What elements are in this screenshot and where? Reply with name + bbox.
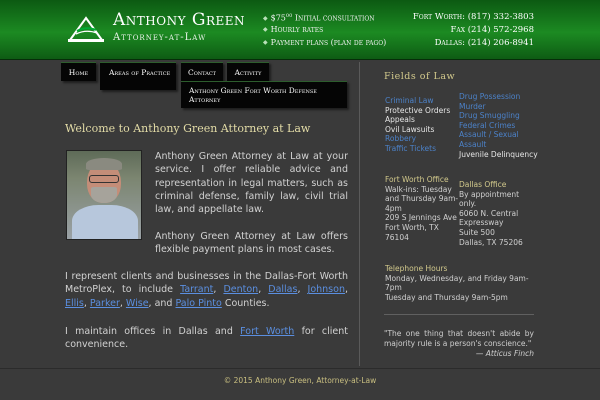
county-link-wise[interactable]: Wise — [126, 298, 149, 309]
field-traffic-tickets[interactable]: Traffic Tickets — [385, 144, 460, 154]
county-link-ellis[interactable]: Ellis — [65, 298, 84, 309]
nav-home[interactable]: Home — [61, 62, 96, 81]
dallas-office-line: Dallas, TX 75206 — [459, 237, 523, 247]
field-civil-lawsuits: Ovil Lawsuits — [385, 124, 435, 134]
field-drug-smuggling[interactable]: Drug Smuggling — [459, 111, 539, 121]
nav-contact[interactable]: Contact — [181, 62, 223, 81]
site-name[interactable]: Anthony Green — [113, 10, 245, 30]
page-title: Welcome to Anthony Green Attorney at Law — [65, 122, 311, 135]
dallas-office-line: Suite 500 — [459, 227, 495, 237]
phone-fort-worth: Fort Worth: (817) 332-3803 — [412, 12, 534, 22]
fw-office-line: 76104 — [385, 232, 409, 242]
site-tagline: Attorney-at-Law — [113, 32, 207, 43]
field-criminal-law[interactable]: Criminal Law — [385, 96, 460, 106]
hours-line: Tuesday and Thursday 9am-5pm — [385, 292, 508, 302]
diamond-bullet-icon: ◆ — [263, 14, 268, 22]
hourly-label: Hourly rates — [270, 25, 324, 34]
features-list: ◆ $7500 Initial consultation ◆ Hourly rate… — [263, 10, 386, 49]
dallas-office-line: By appointment — [459, 189, 520, 199]
sidebar-divider — [384, 314, 534, 315]
dallas-office-heading: Dallas Office — [459, 180, 507, 189]
counties-suffix: Counties. — [224, 297, 270, 309]
represent-paragraph: I represent clients and businesses in th… — [65, 271, 349, 309]
consult-label: Initial consultation — [294, 13, 375, 23]
site-header: Anthony Green Attorney-at-Law ◆ $7500 Ini… — [0, 0, 600, 60]
attorney-photo — [66, 150, 142, 240]
payment-label: Payment plans (plan de pago) — [270, 38, 387, 47]
field-assault[interactable]: Assault — [459, 140, 539, 150]
fw-office-line: 209 S Jennings Ave — [385, 213, 457, 223]
and-text: and — [154, 297, 173, 309]
field-robbery[interactable]: Robbery — [385, 134, 460, 144]
nav-dropdown-fort-worth-defense[interactable]: Anthony Green Fort Worth Defense Attorne… — [181, 81, 347, 108]
county-link-johnson[interactable]: Johnson — [308, 284, 345, 295]
field-assault-sexual[interactable]: Assault / Sexual — [459, 130, 539, 140]
hours-line: Monday, Wednesday, and Friday 9am- — [385, 273, 529, 283]
fields-of-law-heading: Fields of Law — [384, 71, 456, 82]
feature-consultation: ◆ $7500 Initial consultation — [263, 10, 386, 23]
fw-office-line: and Thursday 9am- — [385, 194, 459, 204]
fort-worth-office: Fort Worth Office Walk-ins: Tuesday and … — [385, 175, 460, 242]
dallas-office-line: Expressway — [459, 218, 504, 228]
offices-paragraph: I maintain offices in Dallas and Fort Wo… — [65, 325, 348, 352]
quote-author: — Atticus Finch — [475, 349, 534, 358]
dallas-office: Dallas Office By appointment only. 6060 … — [459, 180, 539, 247]
phone-dallas: Dallas: (214) 206-8941 — [434, 38, 534, 48]
nav-areas-of-practice[interactable]: Areas of Practice — [100, 62, 176, 90]
scales-logo-icon[interactable] — [66, 14, 106, 44]
copyright-text: © 2015 Anthony Green, Attorney-at-Law — [223, 376, 377, 385]
diamond-bullet-icon: ◆ — [263, 39, 268, 46]
phone-fax: Fax (214) 572-2968 — [450, 25, 535, 35]
fort-worth-link[interactable]: Fort Worth — [240, 326, 294, 337]
intro-paragraph: Anthony Green Attorney at Law at your se… — [155, 151, 348, 216]
fw-office-line: 4pm — [385, 203, 402, 213]
field-appeals: Appeals — [385, 115, 415, 125]
county-link-dallas[interactable]: Dallas — [268, 284, 297, 295]
column-divider — [359, 62, 360, 366]
telephone-hours: Telephone Hours Monday, Wednesday, and F… — [385, 264, 545, 302]
hours-line: 7pm — [385, 283, 402, 293]
phone-numbers: Fort Worth: (817) 332-3803 Fax (214) 572… — [413, 11, 534, 50]
field-protective-orders: Protective Orders — [385, 105, 451, 115]
fort-worth-office-heading: Fort Worth Office — [385, 175, 449, 184]
payment-paragraph: Anthony Green Attorney at Law offers fle… — [155, 231, 348, 256]
feature-hourly: ◆ Hourly rates — [263, 23, 386, 36]
field-federal-crimes[interactable]: Federal Crimes — [459, 121, 539, 131]
fields-list-left: Criminal Law Protective Orders Appeals O… — [385, 96, 460, 154]
feature-payment: ◆ Payment plans (plan de pago) — [263, 36, 386, 49]
nav-activity[interactable]: Activity — [227, 62, 269, 81]
offices-text: I maintain offices in Dallas and — [65, 326, 233, 337]
dallas-office-line: 6060 N. Central — [459, 208, 519, 218]
fw-office-line: Fort Worth, TX — [385, 222, 439, 232]
field-drug-possession[interactable]: Drug Possession — [459, 92, 539, 102]
fields-list-right: Drug Possession Murder Drug Smuggling Fe… — [459, 92, 539, 159]
quote-text: "The one thing that doesn't abide by maj… — [384, 329, 534, 348]
county-link-palo-pinto[interactable]: Palo Pinto — [176, 298, 222, 309]
telephone-hours-heading: Telephone Hours — [385, 264, 448, 273]
county-link-tarrant[interactable]: Tarrant — [180, 284, 213, 295]
diamond-bullet-icon: ◆ — [263, 26, 268, 33]
dallas-office-line: only. — [459, 199, 477, 209]
county-link-denton[interactable]: Denton — [223, 284, 258, 295]
field-murder[interactable]: Murder — [459, 102, 539, 112]
site-footer: © 2015 Anthony Green, Attorney-at-Law — [0, 368, 600, 400]
fw-office-line: Walk-ins: Tuesday — [385, 184, 452, 194]
field-juvenile-delinquency: Juvenile Delinquency — [459, 149, 538, 159]
consult-price: $75 — [270, 13, 286, 23]
consult-cents: 00 — [285, 13, 293, 19]
county-link-parker[interactable]: Parker — [90, 298, 120, 309]
